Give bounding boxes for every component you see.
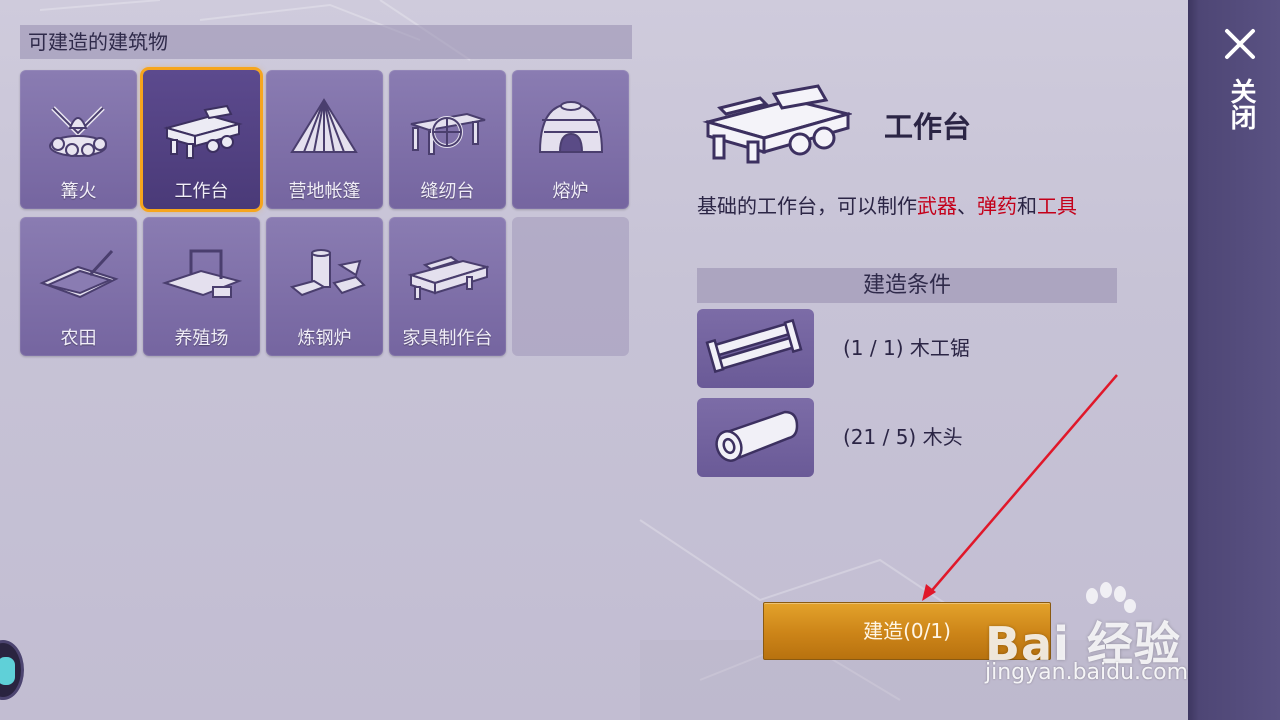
building-label: 工作台 (174, 181, 229, 202)
farmland-icon (39, 249, 119, 299)
building-tile-steel-furnace[interactable]: 炼钢炉 (266, 217, 383, 356)
building-label: 营地帐篷 (288, 181, 361, 202)
requirement-item-log (697, 398, 814, 477)
workbench-icon (163, 104, 243, 159)
close-label[interactable]: 关闭 (1224, 78, 1256, 130)
building-tile-farmland[interactable]: 农田 (20, 217, 137, 356)
building-tile-furniture-bench[interactable]: 家具制作台 (389, 217, 506, 356)
close-icon[interactable] (1224, 28, 1256, 60)
workbench-detail-icon (702, 84, 852, 164)
building-tile-furnace[interactable]: 熔炉 (512, 70, 629, 209)
ranch-icon (161, 249, 243, 298)
building-tile-workbench[interactable]: 工作台 (143, 70, 260, 209)
desc-and: 和 (1017, 194, 1037, 218)
requirement-item-saw (697, 309, 814, 388)
avatar[interactable] (0, 640, 24, 700)
log-icon (715, 410, 799, 462)
buildable-list-header: 可建造的建筑物 (20, 25, 632, 59)
building-label: 农田 (60, 328, 97, 349)
requirements-header: 建造条件 (697, 268, 1117, 303)
building-grid: 篝火 工作台 营地帐篷 缝纫台 熔炉 农田 养殖场 炼钢炉 家具制作台 (20, 70, 632, 356)
watermark-url: jingyan.baidu.com (985, 660, 1189, 685)
building-tile-campfire[interactable]: 篝火 (20, 70, 137, 209)
building-label: 熔炉 (552, 181, 589, 202)
empty-slot (512, 217, 629, 356)
campfire-icon (49, 106, 107, 157)
avatar-character (0, 657, 15, 685)
building-label: 炼钢炉 (297, 328, 352, 349)
detail-description: 基础的工作台，可以制作武器、弹药和工具 (697, 190, 1127, 222)
desc-sep: 、 (957, 194, 977, 218)
furnace-icon (538, 101, 604, 153)
requirement-text-saw: (1 / 1) 木工锯 (843, 336, 970, 360)
detail-title: 工作台 (884, 110, 972, 144)
building-tile-ranch[interactable]: 养殖场 (143, 217, 260, 356)
desc-highlight-tools: 工具 (1037, 194, 1077, 218)
furniture-bench-icon (407, 255, 489, 300)
tent-icon (290, 98, 358, 153)
building-label: 缝纫台 (420, 181, 475, 202)
building-label: 篝火 (60, 181, 97, 202)
steel-furnace-icon (289, 249, 366, 297)
desc-text: 基础的工作台，可以制作 (697, 194, 917, 218)
desc-highlight-weapons: 武器 (917, 194, 957, 218)
building-label: 养殖场 (174, 328, 229, 349)
requirement-text-log: (21 / 5) 木头 (843, 425, 963, 449)
sewing-table-icon (410, 112, 486, 155)
building-tile-sewing-table[interactable]: 缝纫台 (389, 70, 506, 209)
saw-icon (705, 318, 803, 374)
desc-highlight-ammo: 弹药 (977, 194, 1017, 218)
building-label: 家具制作台 (402, 328, 493, 349)
building-tile-tent[interactable]: 营地帐篷 (266, 70, 383, 209)
